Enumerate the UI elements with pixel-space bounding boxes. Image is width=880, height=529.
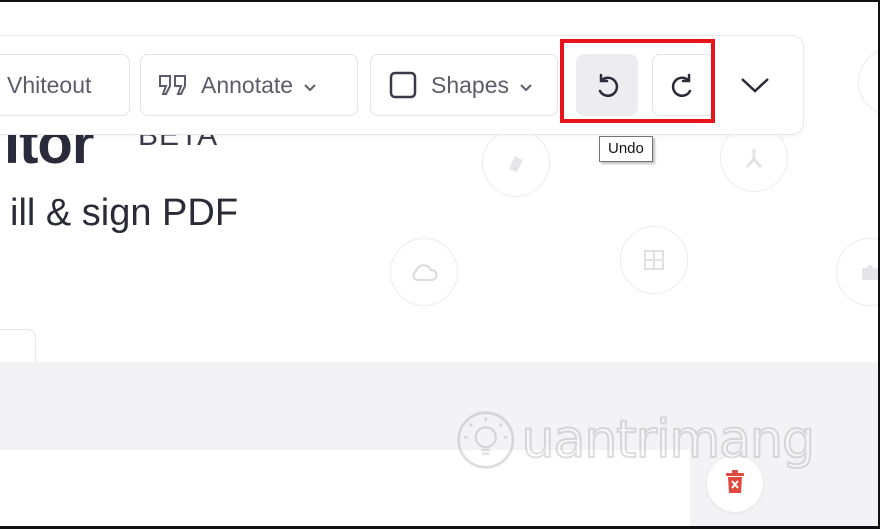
- undo-tooltip: Undo: [599, 136, 653, 162]
- watermark-text: uantrimang: [521, 409, 816, 471]
- shapes-button[interactable]: Shapes: [370, 54, 558, 116]
- background-circle-icon: [858, 48, 878, 116]
- undo-redo-highlight: [560, 39, 715, 123]
- chevron-down-icon: [519, 72, 533, 99]
- whiteout-button[interactable]: Vhiteout: [0, 54, 130, 116]
- background-cloud-icon: [390, 238, 458, 306]
- lightbulb-icon: [457, 411, 515, 469]
- app-window: itor BETA ill & sign PDF uantrimang Vhit…: [0, 0, 880, 529]
- background-grid-icon: [620, 226, 688, 294]
- annotate-button[interactable]: Annotate: [140, 54, 358, 116]
- watermark: uantrimang: [454, 400, 816, 480]
- page-subtitle: ill & sign PDF: [10, 192, 239, 234]
- background-pdf-icon: [482, 129, 550, 197]
- more-tools-button[interactable]: [724, 54, 786, 116]
- chevron-down-icon: [739, 75, 771, 95]
- background-puzzle-icon: [836, 238, 878, 306]
- annotate-label: Annotate: [201, 71, 294, 98]
- shapes-label: Shapes: [431, 71, 510, 98]
- whiteout-label: Vhiteout: [7, 71, 92, 98]
- square-icon: [389, 71, 417, 99]
- quote-icon: [158, 74, 188, 96]
- chevron-down-icon: [303, 72, 317, 99]
